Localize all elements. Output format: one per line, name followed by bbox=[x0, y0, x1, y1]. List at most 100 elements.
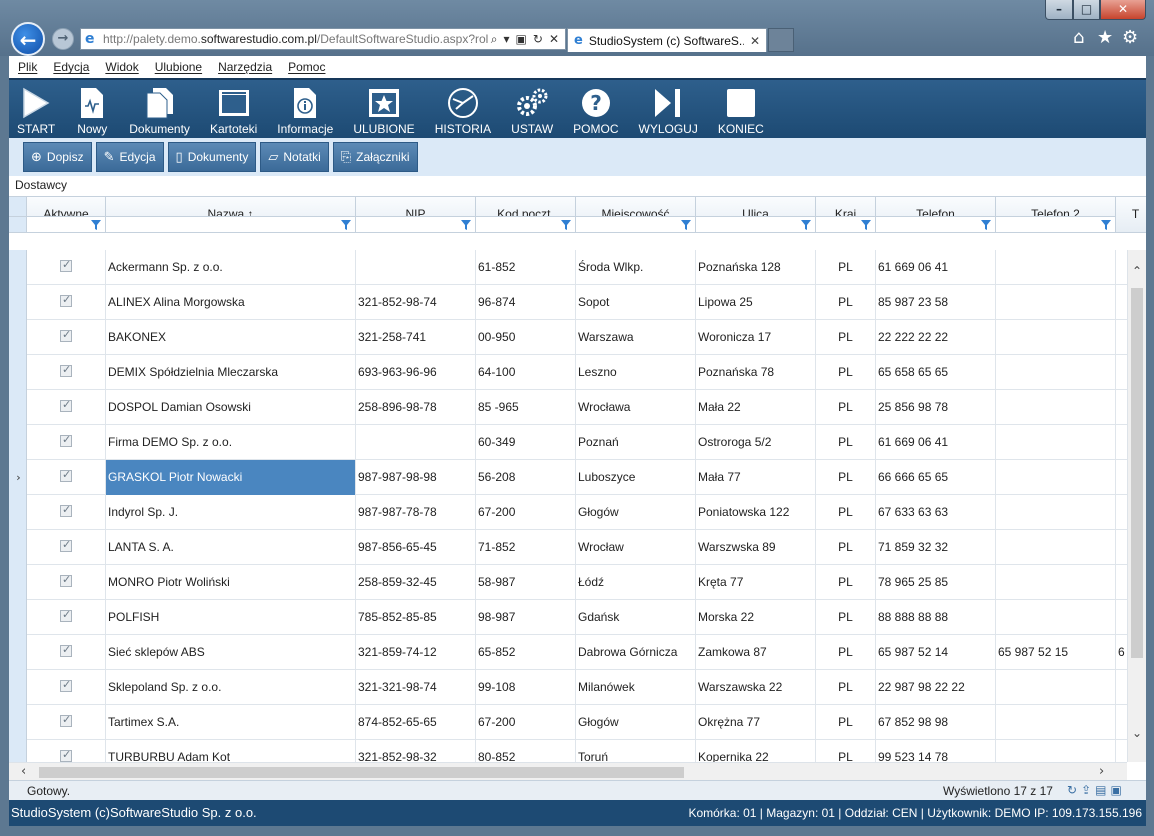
row-indicator[interactable] bbox=[9, 250, 27, 285]
cell-nip[interactable]: 321-321-98-74 bbox=[356, 670, 476, 705]
settings-icon[interactable]: ▣ bbox=[1110, 783, 1121, 797]
filter-nip-input[interactable] bbox=[356, 216, 475, 232]
address-bar[interactable]: e http://palety.demo.softwarestudio.com.… bbox=[80, 28, 566, 50]
stop-icon[interactable]: ✕ bbox=[549, 32, 559, 47]
cell-telefon-2[interactable] bbox=[996, 495, 1116, 530]
table-row[interactable]: MONRO Piotr Woliński258-859-32-4558-987Ł… bbox=[9, 565, 1127, 600]
filter-funnel-icon[interactable] bbox=[561, 219, 571, 230]
cell-nip[interactable]: 874-852-65-65 bbox=[356, 705, 476, 740]
cell-ulica[interactable]: Ostroroga 5/2 bbox=[696, 425, 816, 460]
toolbar-history-button[interactable]: HISTORIA bbox=[435, 80, 491, 138]
filter-aktywne-input[interactable] bbox=[27, 216, 105, 232]
cell-telefon[interactable]: 22 222 22 22 bbox=[876, 320, 996, 355]
active-checkbox[interactable] bbox=[60, 747, 72, 762]
row-indicator[interactable] bbox=[9, 320, 27, 355]
cell-nazwa[interactable]: Sklepoland Sp. z o.o. bbox=[106, 670, 356, 705]
cell-nip[interactable]: 321-852-98-74 bbox=[356, 285, 476, 320]
cell-kraj[interactable]: PL bbox=[816, 670, 876, 705]
filter-funnel-icon[interactable] bbox=[981, 219, 991, 230]
scroll-down-icon[interactable]: ⌄ bbox=[1128, 726, 1146, 740]
filter-funnel-icon[interactable] bbox=[801, 219, 811, 230]
cell-kraj[interactable]: PL bbox=[816, 565, 876, 600]
cell-miejscowosc[interactable]: Wrocław bbox=[576, 530, 696, 565]
column-header-telefon[interactable]: Telefon bbox=[876, 197, 996, 233]
cell-ulica[interactable]: Warszwska 89 bbox=[696, 530, 816, 565]
cell-t[interactable] bbox=[1116, 355, 1127, 390]
cell-telefon[interactable]: 25 856 98 78 bbox=[876, 390, 996, 425]
cell-telefon[interactable]: 61 669 06 41 bbox=[876, 425, 996, 460]
active-checkbox[interactable] bbox=[60, 712, 72, 728]
filter-miejscowosc-input[interactable] bbox=[576, 216, 695, 232]
table-row[interactable]: BAKONEX321-258-74100-950WarszawaWoronicz… bbox=[9, 320, 1127, 355]
cell-ulica[interactable]: Poznańska 128 bbox=[696, 250, 816, 285]
active-checkbox[interactable] bbox=[60, 257, 72, 273]
cell-miejscowosc[interactable]: Głogów bbox=[576, 495, 696, 530]
column-header-nip[interactable]: NIP bbox=[356, 197, 476, 233]
cell-telefon[interactable]: 66 666 65 65 bbox=[876, 460, 996, 495]
cell-kraj[interactable]: PL bbox=[816, 390, 876, 425]
cell-kraj[interactable]: PL bbox=[816, 495, 876, 530]
cell-kraj[interactable]: PL bbox=[816, 530, 876, 565]
cell-nip[interactable]: 258-896-98-78 bbox=[356, 390, 476, 425]
cell-t[interactable] bbox=[1116, 565, 1127, 600]
cell-telefon-2[interactable] bbox=[996, 565, 1116, 600]
column-header-telefon-2[interactable]: Telefon 2 bbox=[996, 197, 1116, 233]
toolbar-start-button[interactable]: START bbox=[17, 80, 55, 138]
add-button[interactable]: ⊕ Dopisz bbox=[23, 142, 92, 172]
cell-telefon-2[interactable] bbox=[996, 600, 1116, 635]
toolbar-help-button[interactable]: ? POMOC bbox=[573, 80, 619, 138]
cell-miejscowosc[interactable]: Środa Wlkp. bbox=[576, 250, 696, 285]
cell-miejscowosc[interactable]: Toruń bbox=[576, 740, 696, 762]
toolbar-favorites-button[interactable]: ULUBIONE bbox=[353, 80, 415, 138]
cell-kod-poczt[interactable]: 85 -965 bbox=[476, 390, 576, 425]
row-indicator[interactable] bbox=[9, 565, 27, 600]
scroll-left-icon[interactable]: ‹ bbox=[21, 764, 26, 779]
cell-miejscowosc[interactable]: Gdańsk bbox=[576, 600, 696, 635]
cell-kraj[interactable]: PL bbox=[816, 355, 876, 390]
cell-kod-poczt[interactable]: 56-208 bbox=[476, 460, 576, 495]
cell-nip[interactable]: 987-987-98-98 bbox=[356, 460, 476, 495]
row-indicator[interactable] bbox=[9, 425, 27, 460]
cell-nazwa[interactable]: Firma DEMO Sp. z o.o. bbox=[106, 425, 356, 460]
cell-nazwa[interactable]: Sieć sklepów ABS bbox=[106, 635, 356, 670]
cell-kod-poczt[interactable]: 64-100 bbox=[476, 355, 576, 390]
cell-nazwa[interactable]: GRASKOL Piotr Nowacki bbox=[106, 460, 356, 495]
active-checkbox[interactable] bbox=[60, 292, 72, 308]
cell-t[interactable]: 6 bbox=[1116, 635, 1127, 670]
table-row[interactable]: DEMIX Spółdzielnia Mleczarska693-963-96-… bbox=[9, 355, 1127, 390]
cell-kod-poczt[interactable]: 96-874 bbox=[476, 285, 576, 320]
cell-telefon[interactable]: 67 852 98 98 bbox=[876, 705, 996, 740]
cell-telefon[interactable]: 65 987 52 14 bbox=[876, 635, 996, 670]
cell-kod-poczt[interactable]: 61-852 bbox=[476, 250, 576, 285]
table-row[interactable]: › GRASKOL Piotr Nowacki987-987-98-9856-20… bbox=[9, 460, 1127, 495]
toolbar-documents-button[interactable]: Dokumenty bbox=[129, 80, 190, 138]
cell-t[interactable] bbox=[1116, 600, 1127, 635]
table-row[interactable]: DOSPOL Damian Osowski258-896-98-7885 -96… bbox=[9, 390, 1127, 425]
cell-kraj[interactable]: PL bbox=[816, 705, 876, 740]
cell-kraj[interactable]: PL bbox=[816, 320, 876, 355]
table-row[interactable]: Sieć sklepów ABS321-859-74-1265-852Dabro… bbox=[9, 635, 1127, 670]
window-minimize-button[interactable]: – bbox=[1045, 0, 1073, 20]
filter-funnel-icon[interactable] bbox=[91, 219, 101, 230]
browser-tab[interactable]: e StudioSystem (c) SoftwareS... ✕ bbox=[567, 28, 767, 52]
row-indicator[interactable] bbox=[9, 740, 27, 762]
cell-kod-poczt[interactable]: 67-200 bbox=[476, 705, 576, 740]
menu-file[interactable]: Plik bbox=[18, 60, 37, 74]
cell-telefon[interactable]: 88 888 88 88 bbox=[876, 600, 996, 635]
menu-view[interactable]: Widok bbox=[105, 60, 138, 74]
cell-nazwa[interactable]: TURBURBU Adam Kot bbox=[106, 740, 356, 762]
cell-nazwa[interactable]: BAKONEX bbox=[106, 320, 356, 355]
column-header-aktywne[interactable]: Aktywne bbox=[27, 197, 106, 233]
cell-nazwa[interactable]: DEMIX Spółdzielnia Mleczarska bbox=[106, 355, 356, 390]
table-row[interactable]: POLFISH785-852-85-8598-987GdańskMorska 2… bbox=[9, 600, 1127, 635]
cell-miejscowosc[interactable]: Warszawa bbox=[576, 320, 696, 355]
cell-nip[interactable]: 321-859-74-12 bbox=[356, 635, 476, 670]
cell-ulica[interactable]: Warszawska 22 bbox=[696, 670, 816, 705]
cell-ulica[interactable]: Morska 22 bbox=[696, 600, 816, 635]
table-row[interactable]: Indyrol Sp. J.987-987-78-7867-200GłogówP… bbox=[9, 495, 1127, 530]
cell-kod-poczt[interactable]: 98-987 bbox=[476, 600, 576, 635]
cell-kod-poczt[interactable]: 67-200 bbox=[476, 495, 576, 530]
active-checkbox[interactable] bbox=[60, 362, 72, 378]
cell-telefon-2[interactable] bbox=[996, 320, 1116, 355]
cell-miejscowosc[interactable]: Leszno bbox=[576, 355, 696, 390]
